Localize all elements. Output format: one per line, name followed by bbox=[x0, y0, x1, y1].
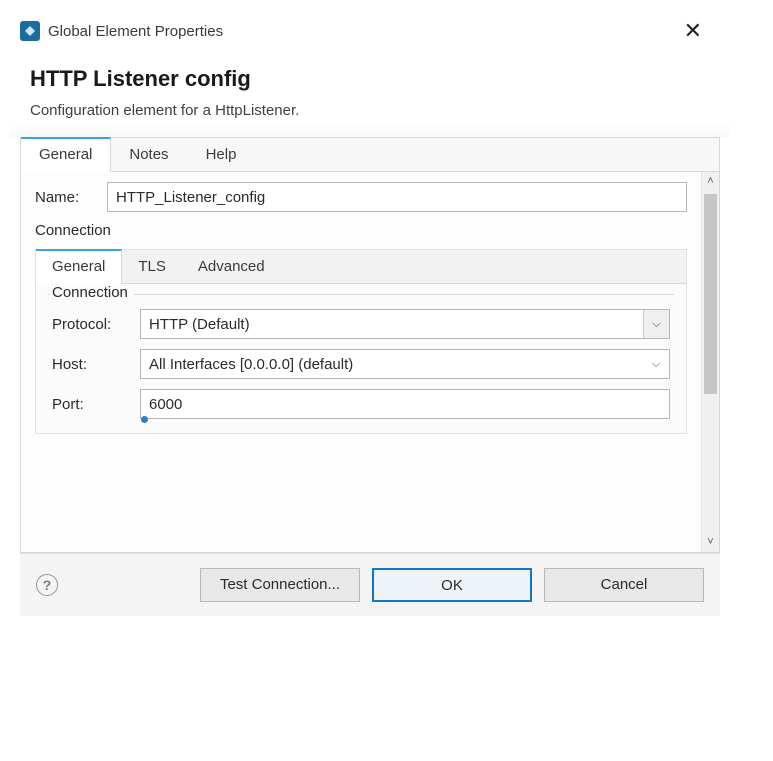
button-bar: ? Test Connection... OK Cancel bbox=[20, 553, 720, 616]
ok-button[interactable]: OK bbox=[372, 568, 532, 602]
protocol-value: HTTP (Default) bbox=[141, 316, 643, 333]
chevron-down-icon[interactable]: ⌵ bbox=[643, 310, 669, 338]
tab-help[interactable]: Help bbox=[188, 138, 256, 171]
page-title: HTTP Listener config bbox=[30, 66, 710, 92]
scroll-up-icon[interactable]: ˄ bbox=[702, 176, 719, 187]
scroll-body: Name: Connection General TLS Advanced Co… bbox=[21, 172, 701, 552]
port-row: Port: bbox=[52, 389, 670, 419]
main-tabs: General Notes Help bbox=[21, 138, 719, 172]
connection-panel: General TLS Advanced Connection Protocol… bbox=[35, 249, 687, 434]
header-area: HTTP Listener config Configuration eleme… bbox=[10, 48, 730, 137]
content-panel: General Notes Help Name: Connection Gene… bbox=[20, 137, 720, 553]
scrollbar-thumb[interactable] bbox=[704, 194, 717, 394]
inner-tabs: General TLS Advanced bbox=[36, 250, 686, 284]
port-input[interactable] bbox=[140, 389, 670, 419]
host-value: All Interfaces [0.0.0.0] (default) bbox=[141, 356, 643, 373]
fieldset-body: Protocol: HTTP (Default) ⌵ Host: bbox=[48, 309, 674, 419]
titlebar: Global Element Properties ✕ bbox=[10, 8, 730, 48]
dialog-window: Global Element Properties ✕ HTTP Listene… bbox=[10, 8, 730, 616]
host-select[interactable]: All Interfaces [0.0.0.0] (default) ⌵ bbox=[140, 349, 670, 379]
scrollbar[interactable]: ˄ ˅ bbox=[701, 172, 719, 552]
close-icon[interactable]: ✕ bbox=[670, 18, 716, 44]
test-connection-button[interactable]: Test Connection... bbox=[200, 568, 360, 602]
help-icon[interactable]: ? bbox=[36, 574, 58, 596]
inner-tab-advanced[interactable]: Advanced bbox=[182, 250, 281, 283]
tab-general[interactable]: General bbox=[21, 137, 111, 172]
host-row: Host: All Interfaces [0.0.0.0] (default)… bbox=[52, 349, 670, 379]
connection-section-label: Connection bbox=[35, 222, 687, 239]
protocol-select[interactable]: HTTP (Default) ⌵ bbox=[140, 309, 670, 339]
app-icon bbox=[20, 21, 40, 41]
host-label: Host: bbox=[52, 356, 130, 373]
tab-notes[interactable]: Notes bbox=[111, 138, 187, 171]
protocol-row: Protocol: HTTP (Default) ⌵ bbox=[52, 309, 670, 339]
fieldset-legend: Connection bbox=[50, 284, 134, 301]
connection-fieldset: Connection Protocol: HTTP (Default) ⌵ bbox=[48, 294, 674, 419]
chevron-down-icon[interactable]: ⌵ bbox=[643, 350, 669, 378]
cancel-button[interactable]: Cancel bbox=[544, 568, 704, 602]
scroll-down-icon[interactable]: ˅ bbox=[702, 537, 719, 548]
inner-tab-tls[interactable]: TLS bbox=[122, 250, 182, 283]
form-area: Name: Connection General TLS Advanced Co… bbox=[21, 172, 701, 450]
port-label: Port: bbox=[52, 396, 130, 413]
window-title: Global Element Properties bbox=[48, 23, 662, 40]
page-subtitle: Configuration element for a HttpListener… bbox=[30, 102, 710, 119]
name-row: Name: bbox=[35, 182, 687, 212]
name-label: Name: bbox=[35, 189, 97, 206]
scroll-region: Name: Connection General TLS Advanced Co… bbox=[21, 172, 719, 552]
inner-tab-general[interactable]: General bbox=[36, 249, 122, 284]
name-input[interactable] bbox=[107, 182, 687, 212]
protocol-label: Protocol: bbox=[52, 316, 130, 333]
info-icon bbox=[141, 416, 148, 423]
